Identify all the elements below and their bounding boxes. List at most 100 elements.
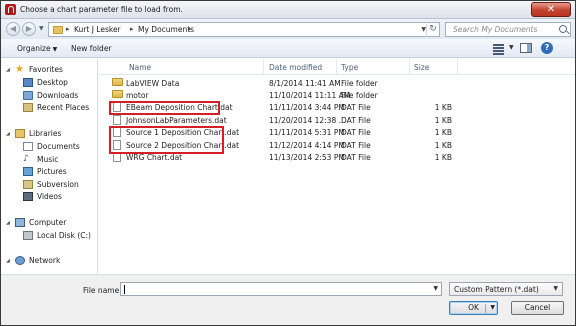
nav-computer-label: Computer bbox=[29, 218, 67, 227]
file-type-value: Custom Pattern (*.dat) bbox=[454, 285, 539, 294]
column-type[interactable]: Type bbox=[341, 63, 358, 72]
refresh-icon[interactable]: ↻ bbox=[426, 22, 439, 37]
search-icon bbox=[559, 25, 567, 33]
desktop-icon bbox=[23, 78, 33, 87]
view-options-chevron-icon[interactable]: ▼ bbox=[509, 44, 514, 51]
file-open-dialog: Choose a chart parameter file to load fr… bbox=[0, 0, 576, 326]
column-size[interactable]: Size bbox=[414, 63, 429, 72]
file-date: 11/20/2014 12:38 ... bbox=[269, 116, 346, 125]
breadcrumb-separator-icon[interactable]: ▸ bbox=[188, 25, 192, 33]
file-type: File folder bbox=[341, 79, 378, 88]
folder-icon bbox=[53, 26, 63, 34]
nav-item-label: Music bbox=[37, 155, 59, 164]
new-folder-button[interactable]: New folder bbox=[71, 44, 112, 53]
back-icon[interactable]: ◀ bbox=[6, 22, 20, 36]
organize-button[interactable]: Organize ▼ bbox=[17, 44, 57, 53]
collapse-triangle-icon[interactable]: ◢ bbox=[6, 220, 10, 226]
navigation-pane: ◢ ★ Favorites Desktop Downloads Recent P… bbox=[1, 59, 98, 274]
breadcrumb-kurt-j-lesker[interactable]: Kurt J Lesker bbox=[74, 25, 121, 34]
chevron-down-icon[interactable]: ▼ bbox=[490, 302, 495, 314]
ok-label: OK bbox=[468, 303, 479, 312]
file-size: 1 KB bbox=[434, 153, 452, 162]
file-type: DAT File bbox=[341, 128, 371, 137]
dat-file-icon bbox=[113, 115, 121, 125]
file-type: DAT File bbox=[341, 116, 371, 125]
nav-item-label: Downloads bbox=[37, 91, 79, 100]
ok-button[interactable]: OK ▼ bbox=[449, 301, 498, 315]
file-type: DAT File bbox=[341, 103, 371, 112]
file-type: DAT File bbox=[341, 153, 371, 162]
column-name[interactable]: Name bbox=[129, 63, 151, 72]
file-size: 1 KB bbox=[434, 116, 452, 125]
column-date-modified[interactable]: Date modified bbox=[269, 63, 322, 72]
search-placeholder: Search My Documents bbox=[453, 25, 538, 34]
documents-icon bbox=[23, 142, 33, 151]
breadcrumb-separator-icon[interactable]: ▸ bbox=[66, 25, 70, 33]
nav-item-label: Recent Places bbox=[37, 103, 90, 112]
file-date: 11/12/2014 4:14 PM bbox=[269, 141, 345, 150]
file-name-field[interactable]: ▼ bbox=[120, 282, 442, 296]
hard-disk-icon bbox=[23, 231, 33, 240]
collapse-triangle-icon[interactable]: ◢ bbox=[6, 67, 10, 73]
computer-icon bbox=[15, 218, 25, 227]
file-name: LabVIEW Data bbox=[126, 79, 180, 88]
file-size: 1 KB bbox=[434, 128, 452, 137]
file-date: 11/13/2014 2:53 PM bbox=[269, 153, 345, 162]
file-date: 8/1/2014 11:41 AM bbox=[269, 79, 341, 88]
column-header: Name Date modified Type Size bbox=[99, 59, 575, 75]
subversion-icon bbox=[23, 180, 33, 189]
file-type: DAT File bbox=[341, 141, 371, 150]
dialog-footer: File name: ▼ Custom Pattern (*.dat) ▼ OK… bbox=[1, 274, 575, 325]
file-type-select[interactable]: Custom Pattern (*.dat) ▼ bbox=[449, 282, 563, 296]
folder-icon bbox=[112, 90, 123, 98]
address-row: ◀ ▶ ▼ ▸ Kurt J Lesker ▸ My Documents ▸ ▼… bbox=[1, 19, 575, 39]
close-button[interactable]: ✕ bbox=[531, 2, 571, 17]
command-bar: Organize ▼ New folder ▼ ? bbox=[1, 39, 575, 58]
nav-item-label: Subversion bbox=[37, 180, 79, 189]
chevron-down-icon[interactable]: ▼ bbox=[433, 285, 438, 292]
file-row[interactable]: LabVIEW Data 8/1/2014 11:41 AM File fold… bbox=[99, 78, 575, 90]
recent-places-icon bbox=[23, 103, 33, 112]
address-bar[interactable]: ▸ Kurt J Lesker ▸ My Documents ▸ ▼ ↻ bbox=[48, 22, 440, 37]
chevron-down-icon: ▼ bbox=[553, 285, 558, 292]
text-cursor bbox=[124, 285, 125, 294]
libraries-icon bbox=[15, 129, 25, 138]
organize-label: Organize bbox=[17, 44, 51, 53]
nav-libraries-label: Libraries bbox=[29, 129, 62, 138]
file-size: 1 KB bbox=[434, 141, 452, 150]
file-date: 11/11/2014 3:44 PM bbox=[269, 103, 345, 112]
chevron-down-icon: ▼ bbox=[52, 46, 58, 53]
help-icon[interactable]: ? bbox=[541, 42, 553, 54]
nav-item-label: Documents bbox=[37, 142, 80, 151]
preview-pane-icon[interactable] bbox=[520, 43, 532, 53]
nav-favorites-label: Favorites bbox=[29, 65, 63, 74]
file-date: 11/11/2014 5:31 PM bbox=[269, 128, 345, 137]
collapse-triangle-icon[interactable]: ◢ bbox=[6, 258, 10, 264]
title-bar: Choose a chart parameter file to load fr… bbox=[1, 1, 575, 19]
labview-app-icon bbox=[5, 4, 16, 15]
breadcrumb-separator-icon[interactable]: ▸ bbox=[130, 25, 134, 33]
music-icon: ♪ bbox=[23, 154, 29, 164]
star-icon: ★ bbox=[15, 64, 24, 75]
file-date: 11/10/2014 11:11 AM bbox=[269, 91, 351, 100]
file-name-label: File name: bbox=[83, 286, 122, 295]
file-type: File folder bbox=[341, 91, 378, 100]
downloads-icon bbox=[23, 91, 33, 100]
breadcrumb-my-documents[interactable]: My Documents bbox=[138, 25, 194, 34]
videos-icon bbox=[23, 192, 33, 201]
network-icon bbox=[15, 256, 25, 265]
nav-network-label: Network bbox=[29, 256, 61, 265]
forward-icon[interactable]: ▶ bbox=[22, 22, 36, 36]
nav-item-label: Pictures bbox=[37, 167, 67, 176]
collapse-triangle-icon[interactable]: ◢ bbox=[6, 131, 10, 137]
change-view-icon[interactable] bbox=[492, 43, 508, 55]
annotation-highlight-box bbox=[109, 126, 224, 154]
recent-locations-chevron-icon[interactable]: ▼ bbox=[39, 25, 44, 32]
dialog-title: Choose a chart parameter file to load fr… bbox=[20, 5, 183, 14]
folder-icon bbox=[112, 78, 123, 86]
cancel-button[interactable]: Cancel bbox=[511, 301, 564, 315]
nav-item-label: Local Disk (C:) bbox=[37, 231, 91, 240]
search-input[interactable]: Search My Documents bbox=[445, 22, 571, 37]
annotation-highlight-box bbox=[109, 101, 220, 115]
nav-item-label: Desktop bbox=[37, 78, 68, 87]
